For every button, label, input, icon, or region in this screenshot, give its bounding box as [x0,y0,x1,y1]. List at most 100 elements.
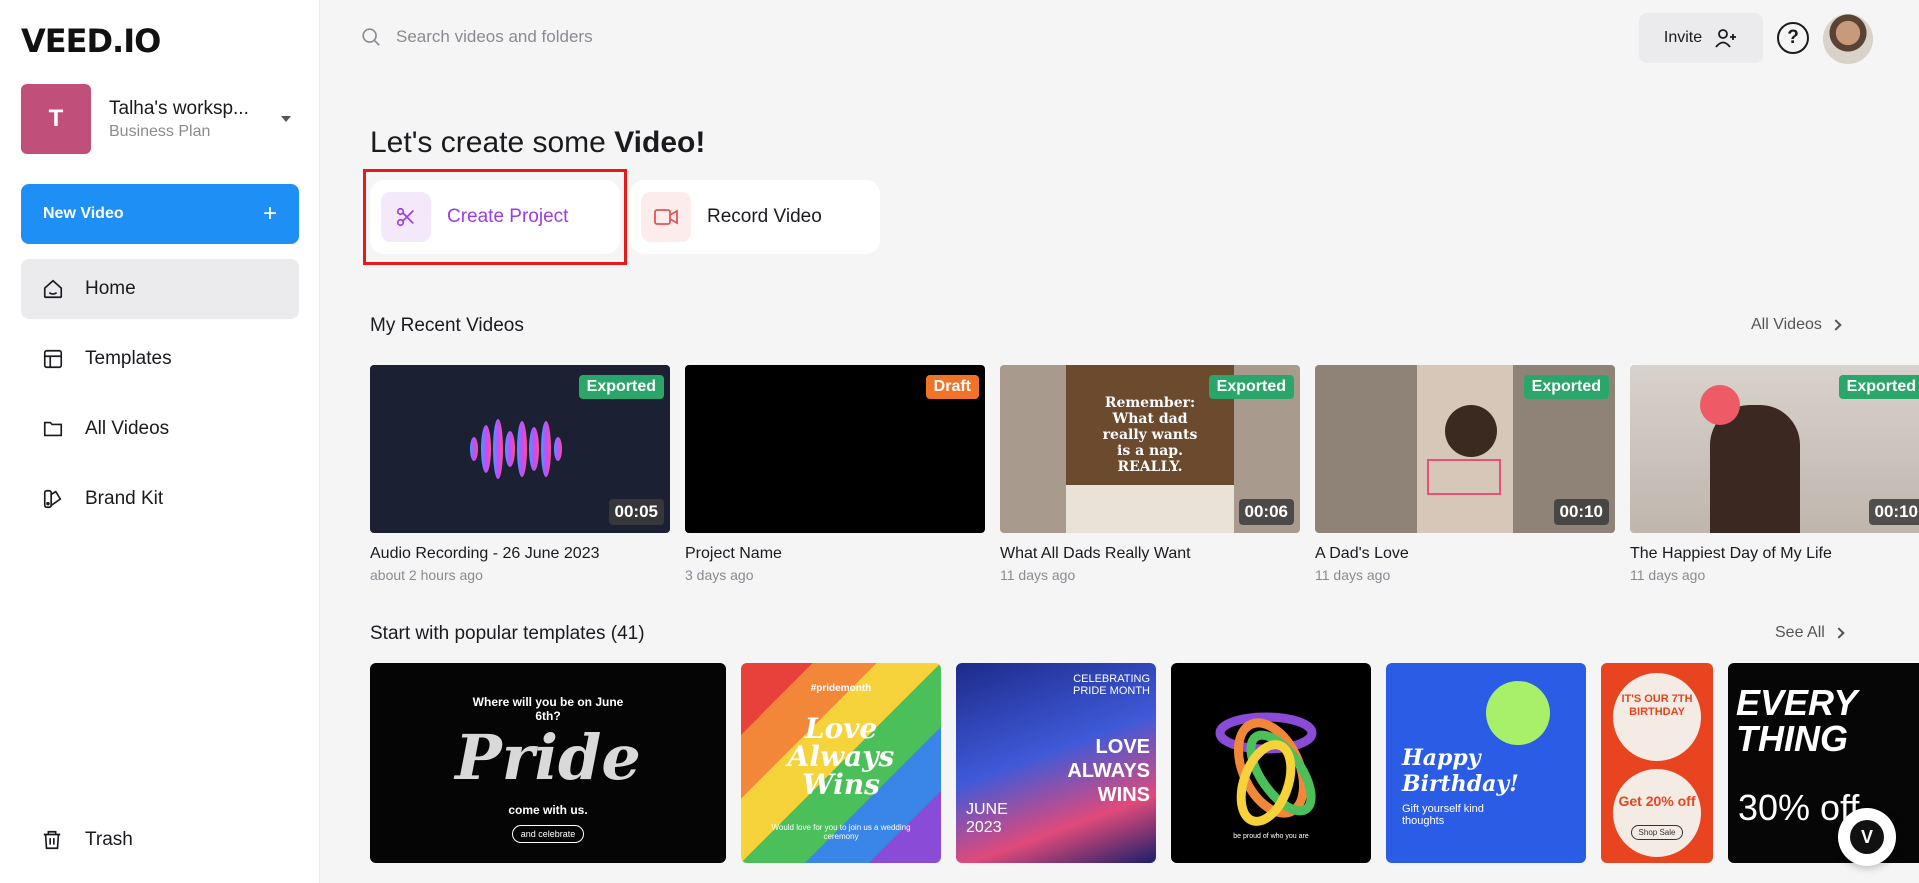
all-videos-link[interactable]: All Videos [1751,316,1842,334]
all-videos-link-label: All Videos [1751,316,1822,333]
template-main-text: Get 20% off [1618,793,1696,809]
templates-list: Where will you be on June 6th? Pride com… [370,663,1919,863]
video-time: 3 days ago [685,567,754,583]
sidebar-nav: Home Templates All Videos Brand Kit [21,259,299,539]
status-badge: Exported [578,375,664,399]
help-icon: ? [1787,27,1799,48]
video-thumbnail: Draft [685,365,985,533]
record-video-label: Record Video [707,206,822,227]
template-main-text: Happy Birthday! [1402,745,1519,797]
workspace-plan: Business Plan [109,122,211,140]
video-time: 11 days ago [1000,567,1076,583]
video-title: Audio Recording - 26 June 2023 [370,545,600,562]
recent-videos-list: Exported 00:05 Audio Recording - 26 June… [370,365,1919,585]
sidebar-item-brand-kit[interactable]: Brand Kit [21,469,299,529]
video-title: Project Name [685,545,782,562]
flower-icon [1486,681,1550,745]
video-title: A Dad's Love [1315,545,1409,562]
veed-logo[interactable]: VEED.IO [21,22,161,60]
template-main-text: Love Always Wins [787,712,895,801]
page-headline: Let's create some Video! [370,126,705,160]
template-card[interactable]: be proud of who you are [1171,663,1371,863]
video-overlay-text: Remember: What dad really wants is a nap… [1102,395,1198,475]
sidebar-item-home[interactable]: Home [21,259,299,319]
sidebar-item-templates[interactable]: Templates [21,329,299,389]
template-top-text: IT'S OUR 7TH BIRTHDAY [1621,693,1693,718]
video-decoration [1700,385,1740,425]
create-project-button[interactable]: Create Project [370,180,620,254]
video-card[interactable]: Remember: What dad really wants is a nap… [1000,365,1300,583]
video-overlay-frame [1427,459,1501,495]
sidebar-item-label: Home [85,278,136,299]
video-time: 11 days ago [1315,567,1391,583]
video-camera-icon [641,192,691,242]
workspace-info: Talha's worksp... Business Plan [109,98,281,141]
video-thumbnail: Exported 00:05 [370,365,670,533]
chevron-right-icon [1830,319,1842,331]
see-all-link-label: See All [1775,624,1825,641]
plus-icon: + [262,200,277,227]
video-card[interactable]: Exported 00:10 The Happiest Day of My Li… [1630,365,1919,583]
video-title: The Happiest Day of My Life [1630,545,1832,562]
sidebar-item-all-videos[interactable]: All Videos [21,399,299,459]
template-main-text: Pride [455,721,641,794]
home-icon [41,277,65,301]
invite-button[interactable]: Invite [1639,13,1763,63]
template-main-text: EVERY THING [1736,682,1857,759]
sidebar-item-trash[interactable]: Trash [21,810,299,870]
video-scene [1445,405,1497,457]
duration-badge: 00:10 [1553,499,1609,525]
template-bottom-text: Would love for you to join us a wedding … [771,823,911,841]
template-top-text: #pridemonth [810,683,872,694]
user-avatar[interactable] [1823,14,1873,64]
duration-badge: 00:10 [1868,499,1919,525]
video-thumbnail: Exported 00:10 [1315,365,1615,533]
brand-kit-icon [41,487,65,511]
new-video-label: New Video [43,205,124,222]
template-card[interactable]: IT'S OUR 7TH BIRTHDAY Get 20% off Shop S… [1601,663,1713,863]
template-bottom-text: JUNE 2023 [966,801,1008,836]
status-badge: Exported [1838,375,1919,399]
chevron-right-icon [1833,627,1845,639]
template-top-text: CELEBRATING PRIDE MONTH [1073,673,1150,697]
headline-prefix: Let's create some [370,126,615,159]
video-card[interactable]: Exported 00:10 A Dad's Love 11 days ago [1315,365,1615,583]
template-card[interactable]: Happy Birthday! Gift yourself kind thoug… [1386,663,1586,863]
search-input[interactable] [396,27,896,47]
chat-v-icon: V [1850,820,1884,854]
template-card[interactable]: #pridemonth Love Always Wins Would love … [741,663,941,863]
workspace-switcher[interactable]: T Talha's worksp... Business Plan [21,84,299,154]
template-bottom-text: Shop Sale [1631,825,1683,840]
sidebar-item-label: Brand Kit [85,488,164,509]
caret-down-icon [281,116,291,122]
scissors-icon [381,192,431,242]
video-card[interactable]: Draft Project Name 3 days ago [685,365,985,583]
template-card[interactable]: Where will you be on June 6th? Pride com… [370,663,726,863]
new-video-button[interactable]: New Video + [21,184,299,244]
video-thumbnail: Remember: What dad really wants is a nap… [1000,365,1300,533]
recent-videos-title: My Recent Videos [370,315,524,336]
sidebar: VEED.IO T Talha's worksp... Business Pla… [0,0,320,883]
workspace-name: Talha's worksp... [109,97,249,119]
help-button[interactable]: ? [1777,22,1809,54]
badge-circle [1613,769,1701,857]
duration-badge: 00:06 [1238,499,1294,525]
templates-icon [41,347,65,371]
template-main-text: LOVE ALWAYS WINS [1067,736,1150,806]
see-all-link[interactable]: See All [1775,624,1845,642]
video-card[interactable]: Exported 00:05 Audio Recording - 26 June… [370,365,670,583]
template-card[interactable]: CELEBRATING PRIDE MONTH LOVE ALWAYS WINS… [956,663,1156,863]
status-badge: Exported [1523,375,1609,399]
template-bottom-text: be proud of who you are [1233,833,1309,840]
templates-title: Start with popular templates (41) [370,623,645,644]
duration-badge: 00:05 [608,499,664,525]
record-video-button[interactable]: Record Video [630,180,880,254]
create-project-label: Create Project [447,206,569,227]
chat-support-button[interactable]: V [1838,808,1896,866]
status-badge: Exported [1208,375,1294,399]
video-time: about 2 hours ago [370,567,483,583]
search-bar [360,22,960,52]
template-bottom-text: Gift yourself kind thoughts [1402,803,1484,827]
video-scene [1066,485,1234,533]
template-button: and celebrate [512,825,584,843]
